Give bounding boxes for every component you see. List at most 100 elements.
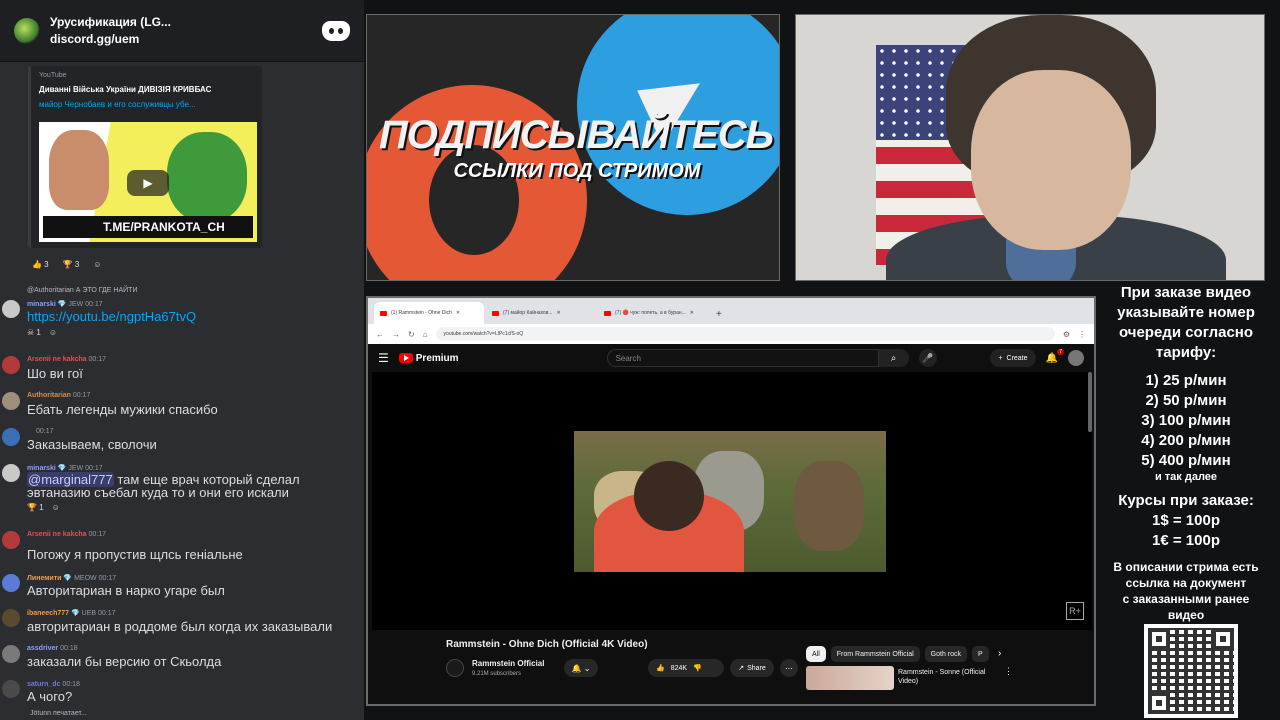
search-input[interactable]: Search [606,349,879,367]
browser-tab[interactable]: (1) Rammstein - Ohne Dich ✕ [374,302,484,324]
embed-source: YouTube [39,72,67,79]
close-icon[interactable]: ✕ [690,310,694,316]
notifications-bell-icon[interactable]: 🔔 7 [1046,348,1064,364]
close-icon[interactable]: ✕ [456,310,460,316]
chip-all[interactable]: All [806,646,826,662]
more-options-icon[interactable]: ⋯ [780,659,798,677]
qr-code [1144,624,1238,718]
search-icon[interactable]: ⌕ [878,349,909,367]
avatar[interactable] [2,356,20,374]
avatar[interactable] [2,531,20,549]
description-line: ссылка на документ [1125,576,1247,590]
price-tier: 5) 400 р/мин [1141,452,1231,469]
toolbar: ← → ↻ ⌂ youtube.com/watch?v=LIPc1cfS-oQ … [368,324,1094,344]
chevron-right-icon[interactable]: › [998,648,1001,659]
username[interactable]: saturn_dc [27,681,60,688]
streamer-face [971,70,1131,250]
extensions-icon[interactable]: ⚙ [1063,330,1070,339]
chip-goth-rock[interactable]: Goth rock [924,646,968,662]
reaction[interactable]: 🏆 1 [27,503,44,512]
server-header[interactable]: Урусификация (LG... discord.gg/uem [0,0,364,62]
browser-tab[interactable]: (7) майор Кайнахов... ✕ [486,302,596,324]
account-avatar[interactable] [1068,350,1084,366]
message-meta: Arsenii ne kakcha 00:17 [27,531,106,538]
new-tab-icon[interactable]: + [710,309,728,324]
add-reaction-icon[interactable]: ☺ [52,503,60,512]
username[interactable]: ibaneech777 [27,610,69,617]
avatar[interactable] [2,609,20,627]
timestamp: 00:18 [60,645,78,652]
embed-title[interactable]: Диванні Війська України ДИВІЗІЯ КРИВБАС [39,85,254,94]
server-avatar [14,17,40,44]
server-invite-link[interactable]: discord.gg/uem [50,32,312,46]
address-bar[interactable]: youtube.com/watch?v=LIPc1cfS-oQ [435,327,1055,341]
forward-icon[interactable]: → [392,330,400,339]
channel-avatar[interactable] [446,659,464,677]
reply-preview[interactable]: @Authoritarian А ЭТО ГДЕ НАЙТИ [27,287,137,294]
webcam-feed [795,14,1265,281]
reaction[interactable]: 👍 3 [28,258,53,271]
chip-more[interactable]: P [972,646,989,662]
video-figure-head [634,461,704,531]
avatar[interactable] [2,680,20,698]
avatar[interactable] [2,392,20,410]
avatar[interactable] [2,428,20,446]
youtube-favicon-icon [492,310,499,316]
timestamp: 00:17 [85,301,103,308]
notification-count: 7 [1057,348,1064,355]
back-icon[interactable]: ← [376,330,384,339]
recommended-title[interactable]: Rammstein - Sonne (Official Video) [898,668,998,686]
avatar[interactable] [2,300,20,318]
add-reaction-icon[interactable]: ☺ [49,328,57,337]
youtube-embed[interactable]: YouTube Диванні Війська України ДИВІЗІЯ … [28,66,262,248]
channel-name[interactable]: Rammstein Official [472,659,544,668]
scrollbar[interactable] [1088,372,1092,432]
youtube-logo[interactable]: Premium [398,353,459,364]
hamburger-menu-icon[interactable]: ☰ [378,351,389,365]
username[interactable]: assdriver [27,645,58,652]
message-link[interactable]: https://youtu.be/ngptHa67tvQ [27,309,196,324]
username[interactable]: minarski [27,301,56,308]
username[interactable]: minarski [27,465,56,472]
banner-title: ПОДПИСЫВАЙТЕСЬ [378,113,774,157]
microphone-icon[interactable]: 🎤 [918,349,937,367]
username[interactable]: Authoritarian [27,392,71,399]
chip-from-channel[interactable]: From Rammstein Official [830,646,920,662]
username[interactable]: Arsenii ne kakcha [27,356,87,363]
message-meta: Линемити 💎 MEOW 00:17 [27,574,116,582]
embed-description[interactable]: майор Чернобаев и его сослуживцы убе... [39,100,254,109]
browser-tab[interactable]: (7) 🔴 чуж: попеть, а в буран... ✕ [598,302,708,324]
currency-title: Курсы при заказе: [1118,492,1254,509]
embed-thumbnail[interactable]: ▶ T.ME/PRANKOTA_CH [39,122,257,242]
create-button[interactable]: + Create [990,349,1036,367]
add-reaction-icon[interactable]: ☺ [89,258,106,271]
avatar[interactable] [2,464,20,482]
reload-icon[interactable]: ↻ [408,330,415,339]
menu-icon[interactable]: ⋮ [1078,330,1086,339]
subscribe-bell-button[interactable]: 🔔 ⌄ [564,659,598,677]
more-vert-icon[interactable]: ⋮ [1004,666,1013,677]
description-line: с заказанными ранее [1122,592,1250,606]
home-icon[interactable]: ⌂ [423,330,428,339]
message-meta: Authoritarian 00:17 [27,392,90,399]
message-text: Заказываем, сволочи [27,437,157,452]
etc-text: и так далее [1154,471,1218,483]
thumbnail-woman [49,130,109,210]
avatar[interactable] [2,574,20,592]
thumbs-up-icon: 👍 [656,665,665,672]
like-dislike-button[interactable]: 👍 824K 👎 [648,659,724,677]
username[interactable]: Arsenii ne kakcha [27,531,87,538]
timestamp: 00:17 [98,610,116,617]
reaction[interactable]: ☠ 1 [27,328,41,337]
play-icon[interactable]: ▶ [127,170,169,196]
avatar[interactable] [2,645,20,663]
recommended-thumbnail[interactable] [806,666,894,690]
reaction[interactable]: 🏆 3 [58,258,84,271]
rammstein-watermark-icon: R+ [1066,602,1084,620]
message-reactions: 🏆 1 ☺ [27,503,60,512]
username[interactable]: Линемити [27,575,61,582]
video-player[interactable]: R+ [372,372,1092,630]
close-icon[interactable]: ✕ [557,310,561,316]
tab-strip: (1) Rammstein - Ohne Dich ✕ (7) майор Кай… [368,298,1094,324]
share-button[interactable]: ↗ Share [730,659,774,677]
